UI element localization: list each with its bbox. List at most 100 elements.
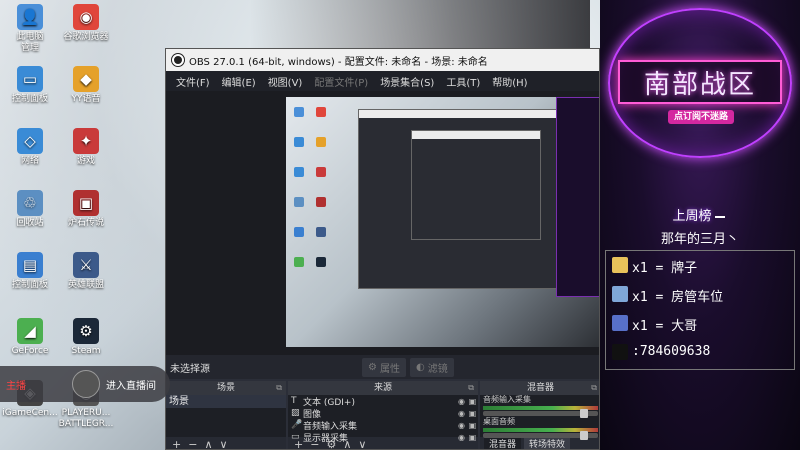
rank-badge-icon xyxy=(612,286,628,302)
app-icon: ◆ xyxy=(73,66,99,92)
menu-item[interactable]: 配置文件(P) xyxy=(308,74,374,89)
desktop-icon-label: 游戏 xyxy=(76,156,95,166)
obs-preview[interactable] xyxy=(166,91,599,355)
desktop-icon-label: 此电脑 管理 xyxy=(16,32,44,53)
avatar xyxy=(72,370,100,398)
volume-fader[interactable] xyxy=(483,431,598,440)
menu-item[interactable]: 帮助(H) xyxy=(486,74,533,89)
tab-mixer[interactable]: 混音器 xyxy=(484,437,522,449)
desktop-icon-label: iGameCen... xyxy=(2,408,58,418)
filters-button[interactable]: ◐ 滤镜 xyxy=(409,357,454,377)
mini-icon xyxy=(294,167,304,177)
desktop-icon[interactable]: ◉ 谷歌浏览器 xyxy=(58,4,114,43)
desktop-icon[interactable]: ♲ 回收站 xyxy=(2,190,58,229)
menu-item[interactable]: 文件(F) xyxy=(170,74,216,89)
move-up-icon[interactable]: ∧ xyxy=(204,438,212,450)
obs-window[interactable]: OBS 27.0.1 (64-bit, windows) - 配置文件: 未命名… xyxy=(165,48,600,450)
menu-item[interactable]: 场景集合(S) xyxy=(374,74,440,89)
overlay-logo: 南部战区 xyxy=(618,60,782,104)
desktop-icon[interactable]: ⚔ 英雄联盟 xyxy=(58,252,114,291)
properties-label: 属性 xyxy=(379,363,400,375)
source-item[interactable]: 🎤 音频输入采集 ◉ ▣ xyxy=(288,419,478,432)
gear-icon: ⚙ xyxy=(368,361,377,373)
properties-button[interactable]: ⚙ 属性 xyxy=(362,357,406,377)
lock-icon[interactable]: ▣ xyxy=(467,421,478,430)
desktop-icon[interactable]: ◆ YY语音 xyxy=(58,66,114,105)
undock-icon[interactable]: ⧉ xyxy=(276,381,282,395)
stream-overlay-panel: 南部战区 点订阅不迷路 上周榜 那年的三月丶 x1 = 牌子 x1 = 房管车位 x… xyxy=(600,0,800,450)
undock-icon[interactable]: ⧉ xyxy=(591,381,597,395)
mini-icon xyxy=(316,137,326,147)
desktop-icon-label: 谷歌浏览器 xyxy=(63,32,109,42)
rank-row: x1 = 牌子 xyxy=(632,261,698,276)
desktop-icon[interactable]: ▤ 控制面板 xyxy=(2,252,58,291)
source-type-icon: 🎤 xyxy=(291,420,303,430)
desktop-icon-label: 网络 xyxy=(20,156,39,166)
source-type-icon: ▭ xyxy=(291,432,300,442)
menu-item[interactable]: 编辑(E) xyxy=(216,74,262,89)
lock-icon[interactable]: ▣ xyxy=(467,397,478,406)
scene-item[interactable]: 场景 xyxy=(166,395,286,408)
desktop-icon-label: Steam xyxy=(71,346,101,356)
desktop-icon[interactable]: ⚙ Steam xyxy=(58,318,114,357)
obs-titlebar[interactable]: OBS 27.0.1 (64-bit, windows) - 配置文件: 未命名… xyxy=(166,49,599,71)
desktop-icon-label: 控制面板 xyxy=(11,94,48,104)
source-item[interactable]: ▨ 图像 ◉ ▣ xyxy=(288,407,478,420)
desktop-icon-label: YY语音 xyxy=(71,94,101,104)
app-icon: ♲ xyxy=(17,190,43,216)
source-item[interactable]: T 文本 (GDI+) ◉ ▣ xyxy=(288,395,478,408)
nested-obs-preview xyxy=(358,109,558,289)
mixer-body: 音频输入采集 桌面音频 xyxy=(480,395,599,440)
mixer-header: 混音器 ⧉ xyxy=(480,381,599,395)
menu-item[interactable]: 工具(T) xyxy=(440,74,486,89)
preview-canvas xyxy=(286,97,599,347)
remove-scene-icon[interactable]: − xyxy=(188,438,197,450)
nested-overlay-preview xyxy=(556,97,599,297)
undock-icon[interactable]: ⧉ xyxy=(468,381,474,395)
eye-icon[interactable]: ◉ xyxy=(456,433,467,442)
lock-icon[interactable]: ▣ xyxy=(467,433,478,442)
menu-item[interactable]: 视图(V) xyxy=(262,74,309,89)
app-icon: ◉ xyxy=(73,4,99,30)
desktop-icon-label: 控制面板 xyxy=(11,280,48,290)
desktop-icon[interactable]: ✦ 游戏 xyxy=(58,128,114,167)
desktop-icon[interactable]: 👤 此电脑 管理 xyxy=(2,4,58,54)
tab-transitions[interactable]: 转场特效 xyxy=(524,437,571,449)
mini-icon xyxy=(294,107,304,117)
app-icon: ▣ xyxy=(73,190,99,216)
desktop-icon-label: 回收站 xyxy=(16,218,44,228)
mini-icon xyxy=(316,167,326,177)
lock-icon[interactable]: ▣ xyxy=(467,409,478,418)
scenes-list: 场景 xyxy=(166,395,286,437)
mini-icon xyxy=(294,137,304,147)
desktop-icon[interactable]: ▭ 控制面板 xyxy=(2,66,58,105)
no-source-selected-label: 未选择源 xyxy=(170,363,210,375)
desktop-icon-label: GeForce xyxy=(11,346,49,356)
volume-fader[interactable] xyxy=(483,409,598,418)
source-label: 显示器采集 xyxy=(303,433,349,444)
obs-menubar: 文件(F) 编辑(E) 视图(V) 配置文件(P) 场景集合(S) 工具(T) 帮助(H) xyxy=(166,71,599,91)
source-item[interactable]: ▭ 显示器采集 ◉ ▣ xyxy=(288,431,478,444)
eye-icon[interactable]: ◉ xyxy=(456,397,467,406)
scenes-dock: 场景 ⧉ 场景 + − ∧ ∨ xyxy=(166,381,286,450)
desktop-icon[interactable]: ◇ 网络 xyxy=(2,128,58,167)
eye-icon[interactable]: ◉ xyxy=(456,409,467,418)
source-type-icon: ▨ xyxy=(291,408,300,418)
desktop-icon[interactable]: ◢ GeForce xyxy=(2,318,58,357)
eye-icon[interactable]: ◉ xyxy=(456,421,467,430)
app-icon: ◇ xyxy=(17,128,43,154)
app-icon: ◢ xyxy=(17,318,43,344)
app-icon: ⚔ xyxy=(73,252,99,278)
app-icon: ⚙ xyxy=(73,318,99,344)
obs-logo-icon xyxy=(172,54,184,66)
rank-badge-icon xyxy=(612,315,628,331)
desktop-icon[interactable]: ▣ 炉石传说 xyxy=(58,190,114,229)
mini-icon xyxy=(294,197,304,207)
source-type-icon: T xyxy=(291,396,297,406)
viewer-join-popup: 主播 进入直播间 xyxy=(0,366,170,402)
rank-badge-icon xyxy=(612,257,628,273)
move-down-icon[interactable]: ∨ xyxy=(220,438,228,450)
add-scene-icon[interactable]: + xyxy=(172,438,181,450)
sources-header: 来源 ⧉ xyxy=(288,381,478,395)
desktop-icon-label: PLAYERU... BATTLEGR... xyxy=(58,408,114,429)
